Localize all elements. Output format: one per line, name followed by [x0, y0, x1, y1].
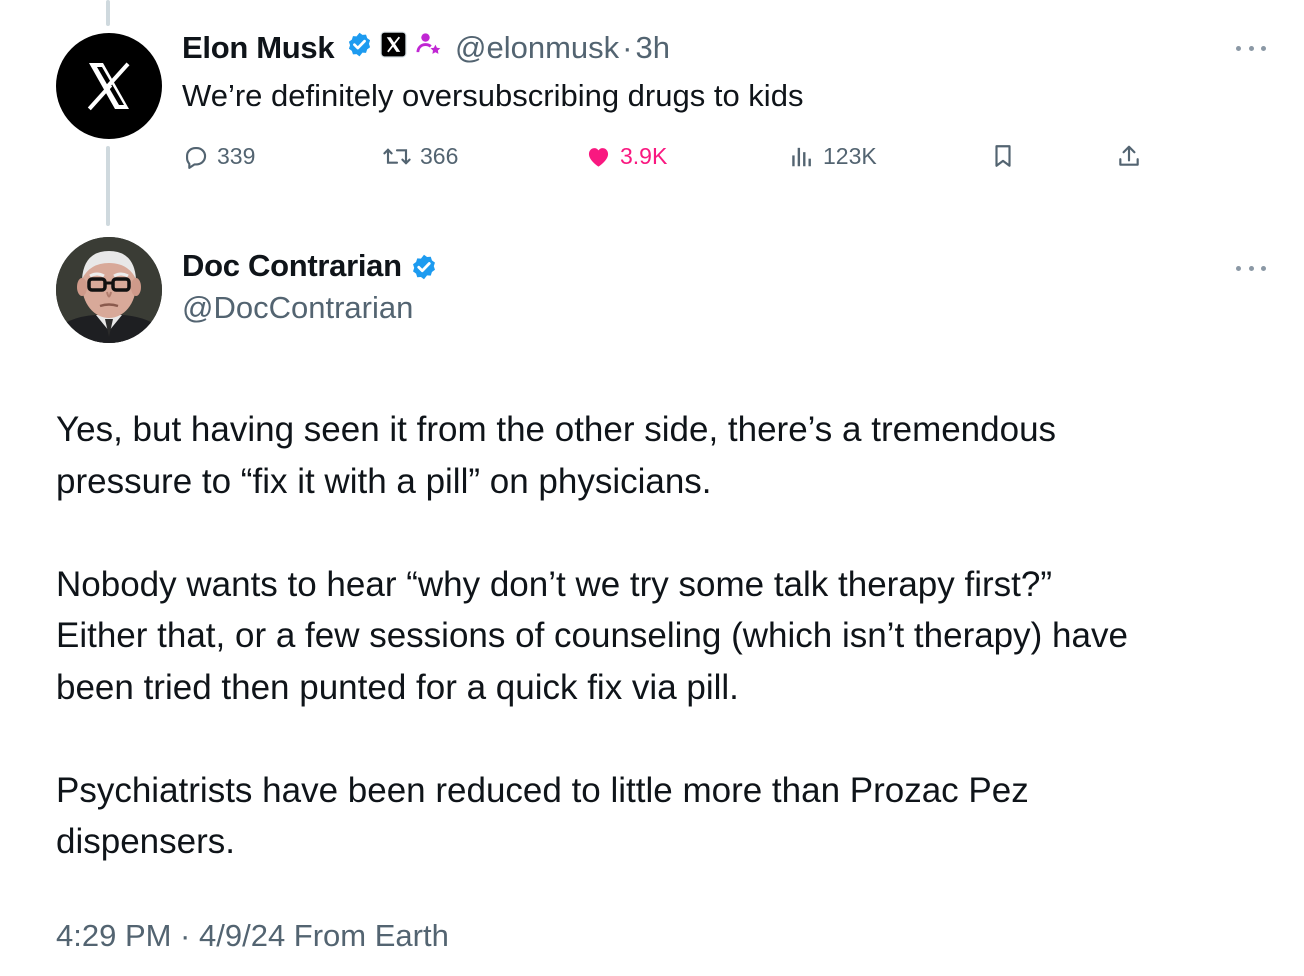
like-button[interactable]: 3.9K — [585, 136, 667, 176]
author-name[interactable]: Doc Contrarian — [182, 248, 438, 284]
avatar[interactable] — [56, 33, 162, 139]
tweet-line: pressure to “fix it with a pill” on phys… — [56, 461, 712, 501]
parody-person-icon[interactable] — [415, 30, 443, 66]
author-handle[interactable]: @elonmusk — [455, 30, 619, 66]
more-options-icon[interactable] — [1236, 43, 1266, 53]
bookmark-icon — [995, 145, 1011, 167]
reply-icon — [185, 146, 207, 169]
tweet-paragraph: Nobody wants to hear “why don’t we try s… — [56, 559, 1256, 714]
author-meta: @elonmusk · 3h — [346, 28, 670, 68]
heart-icon — [588, 147, 609, 167]
tweet-line: Yes, but having seen it from the other s… — [56, 410, 1057, 449]
retweet-icon — [383, 148, 411, 164]
author-name[interactable]: Elon Musk — [182, 28, 335, 68]
views-button[interactable]: 123K — [789, 136, 877, 176]
tweet-paragraph: Psychiatrists have been reduced to littl… — [56, 765, 1256, 868]
avatar[interactable] — [56, 237, 162, 343]
share-icon — [1119, 145, 1139, 166]
tweet-line: dispensers. — [56, 822, 235, 861]
tweet-line: Psychiatrists have been reduced to littl… — [56, 770, 1029, 810]
tweet-line: Either that, or a few sessions of counse… — [56, 616, 1128, 655]
more-options-icon[interactable] — [1236, 263, 1266, 273]
x-logo-icon — [87, 62, 130, 111]
reply-count: 339 — [217, 142, 256, 169]
views-count: 123K — [823, 142, 877, 169]
separator-dot: · — [622, 30, 633, 65]
action-bar: 339 366 3.9K 123K — [0, 136, 1304, 176]
tweet-time[interactable]: 3h — [635, 30, 669, 66]
tweet-line: Nobody wants to hear “why don’t we try s… — [56, 564, 1052, 604]
author-handle[interactable]: @DocContrarian — [182, 290, 413, 326]
reply-button[interactable]: 339 — [182, 136, 255, 176]
tweet-body: Yes, but having seen it from the other s… — [56, 404, 1256, 868]
retweet-button[interactable]: 366 — [382, 136, 458, 176]
thread-line-top — [106, 0, 110, 26]
doc-portrait-icon — [56, 237, 162, 343]
tweet-timestamp[interactable]: 4:29 PM · 4/9/24 From Earth — [56, 918, 449, 954]
bookmark-button[interactable] — [990, 136, 1024, 176]
verified-badge-icon[interactable] — [410, 253, 438, 280]
retweet-count: 366 — [420, 142, 459, 169]
verified-badge-icon[interactable] — [346, 30, 373, 66]
x-affiliate-badge-icon[interactable] — [380, 30, 407, 66]
share-button[interactable] — [1116, 136, 1150, 176]
tweet-text: We’re definitely oversubscribing drugs t… — [182, 78, 804, 113]
like-count: 3.9K — [620, 142, 668, 169]
views-icon — [792, 147, 811, 166]
tweet-line: been tried then punted for a quick fix v… — [56, 667, 739, 707]
tweet-paragraph: Yes, but having seen it from the other s… — [56, 404, 1256, 507]
